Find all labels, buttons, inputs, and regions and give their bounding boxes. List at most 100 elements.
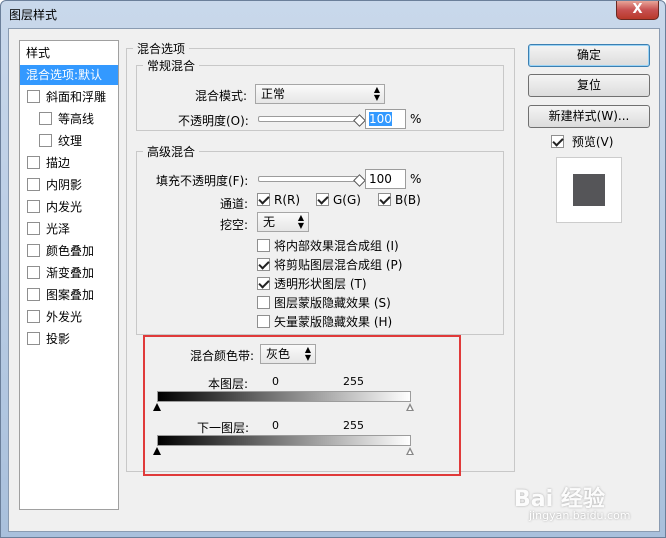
dialog-window: 图层样式 X 样式 混合选项:默认斜面和浮雕等高线纹理描边内阴影内发光光泽颜色叠… <box>0 0 666 538</box>
style-list-item-label: 内发光 <box>46 200 83 214</box>
advanced-option[interactable]: 将剪贴图层混合成组 (P) <box>257 256 402 273</box>
preview-thumbnail <box>556 157 622 223</box>
opacity-value: 100 <box>369 112 392 126</box>
style-list-item[interactable]: 斜面和浮雕 <box>20 87 118 107</box>
style-checkbox[interactable] <box>27 288 40 301</box>
ok-button[interactable]: 确定 <box>528 44 650 67</box>
preview-swatch <box>573 174 605 206</box>
style-list-item[interactable]: 等高线 <box>20 109 118 129</box>
advanced-option-checkbox[interactable] <box>257 315 270 328</box>
advanced-option-label: 图层蒙版隐藏效果 (S) <box>274 296 391 310</box>
window-title: 图层样式 <box>9 8 58 22</box>
advanced-option-label: 矢量蒙版隐藏效果 (H) <box>274 315 393 329</box>
style-list-item[interactable]: 投影 <box>20 329 118 349</box>
knockout-value: 无 <box>263 215 276 229</box>
style-list-item-label: 描边 <box>46 156 71 170</box>
blend-mode-value: 正常 <box>261 87 286 101</box>
channels-label: 通道: <box>220 197 249 211</box>
watermark-url: jingyan.baidu.com <box>529 509 631 522</box>
style-checkbox[interactable] <box>27 156 40 169</box>
knockout-select[interactable]: 无 ▲ ▼ <box>257 212 309 232</box>
channel-toggle[interactable]: G(G) <box>316 193 361 207</box>
preview-toggle[interactable]: 预览(V) <box>551 133 613 150</box>
updown-arrows-icon: ▲ ▼ <box>297 213 304 230</box>
style-checkbox[interactable] <box>39 134 52 147</box>
preview-label: 预览(V) <box>571 135 614 149</box>
blend-mode-label: 混合模式: <box>195 89 248 103</box>
fill-opacity-value: 100 <box>369 172 392 186</box>
style-list-item-label: 内阴影 <box>46 178 83 192</box>
style-list-item[interactable]: 纹理 <box>20 131 118 151</box>
style-checkbox[interactable] <box>27 90 40 103</box>
advanced-blending-title: 高级混合 <box>147 145 196 159</box>
channel-label: G(G) <box>333 193 361 207</box>
style-checkbox[interactable] <box>27 332 40 345</box>
style-checkbox[interactable] <box>27 178 40 191</box>
style-checkbox[interactable] <box>27 266 40 279</box>
close-button[interactable]: X <box>616 1 659 20</box>
style-checkbox[interactable] <box>27 200 40 213</box>
advanced-option-label: 将剪贴图层混合成组 (P) <box>274 258 403 272</box>
style-list-item-label: 投影 <box>46 332 71 346</box>
style-list-item-label: 渐变叠加 <box>46 266 95 280</box>
style-list-item-label: 颜色叠加 <box>46 244 95 258</box>
style-list-item[interactable]: 描边 <box>20 153 118 173</box>
style-list-item-label: 外发光 <box>46 310 83 324</box>
updown-arrows-icon: ▲ ▼ <box>373 85 380 102</box>
channel-checkbox[interactable] <box>257 193 270 206</box>
style-list-item[interactable]: 内发光 <box>20 197 118 217</box>
highlight-box <box>143 335 461 476</box>
style-checkbox[interactable] <box>27 244 40 257</box>
advanced-option-checkbox[interactable] <box>257 277 270 290</box>
general-blending-title: 常规混合 <box>147 59 196 73</box>
channel-label: B(B) <box>395 193 421 207</box>
style-checkbox[interactable] <box>27 222 40 235</box>
channel-toggle[interactable]: R(R) <box>257 193 300 207</box>
preview-checkbox[interactable] <box>551 135 564 148</box>
fill-opacity-slider[interactable] <box>258 176 360 182</box>
opacity-unit: % <box>410 112 422 126</box>
style-list-item[interactable]: 光泽 <box>20 219 118 239</box>
channel-toggle[interactable]: B(B) <box>378 193 421 207</box>
style-list-item-label: 混合选项:默认 <box>26 68 103 82</box>
style-list-item[interactable]: 渐变叠加 <box>20 263 118 283</box>
advanced-option-checkbox[interactable] <box>257 258 270 271</box>
style-list-item[interactable]: 混合选项:默认 <box>20 65 118 85</box>
style-list-item-label: 光泽 <box>46 222 71 236</box>
opacity-slider[interactable] <box>258 116 360 122</box>
advanced-option-label: 透明形状图层 (T) <box>274 277 367 291</box>
opacity-label: 不透明度(O): <box>178 114 249 128</box>
advanced-option-label: 将内部效果混合成组 (I) <box>274 239 399 253</box>
style-checkbox[interactable] <box>27 310 40 323</box>
style-list-item-label: 纹理 <box>58 134 83 148</box>
style-list-item-label: 图案叠加 <box>46 288 95 302</box>
style-list-item-label: 斜面和浮雕 <box>46 90 107 104</box>
advanced-option[interactable]: 矢量蒙版隐藏效果 (H) <box>257 313 392 330</box>
style-list-item-label: 等高线 <box>58 112 95 126</box>
opacity-input[interactable]: 100 <box>365 109 406 129</box>
style-list-item[interactable]: 图案叠加 <box>20 285 118 305</box>
style-list-header: 样式 <box>26 46 51 60</box>
title-bar[interactable]: 图层样式 X <box>1 1 665 27</box>
blend-options-title: 混合选项 <box>137 42 186 56</box>
fill-opacity-unit: % <box>410 172 422 186</box>
advanced-option-checkbox[interactable] <box>257 239 270 252</box>
channel-checkbox[interactable] <box>378 193 391 206</box>
knockout-label: 挖空: <box>220 218 249 232</box>
new-style-button[interactable]: 新建样式(W)... <box>528 105 650 128</box>
blend-mode-select[interactable]: 正常 ▲ ▼ <box>255 84 385 104</box>
style-list-item[interactable]: 颜色叠加 <box>20 241 118 261</box>
style-list-item[interactable]: 外发光 <box>20 307 118 327</box>
advanced-option[interactable]: 图层蒙版隐藏效果 (S) <box>257 294 391 311</box>
channel-checkbox[interactable] <box>316 193 329 206</box>
dialog-body: 样式 混合选项:默认斜面和浮雕等高线纹理描边内阴影内发光光泽颜色叠加渐变叠加图案… <box>8 28 660 532</box>
advanced-option[interactable]: 将内部效果混合成组 (I) <box>257 237 399 254</box>
fill-opacity-label: 填充不透明度(F): <box>156 174 249 188</box>
fill-opacity-input[interactable]: 100 <box>365 169 406 189</box>
style-checkbox[interactable] <box>39 112 52 125</box>
advanced-option[interactable]: 透明形状图层 (T) <box>257 275 367 292</box>
channel-label: R(R) <box>274 193 301 207</box>
reset-button[interactable]: 复位 <box>528 74 650 97</box>
advanced-option-checkbox[interactable] <box>257 296 270 309</box>
style-list-item[interactable]: 内阴影 <box>20 175 118 195</box>
